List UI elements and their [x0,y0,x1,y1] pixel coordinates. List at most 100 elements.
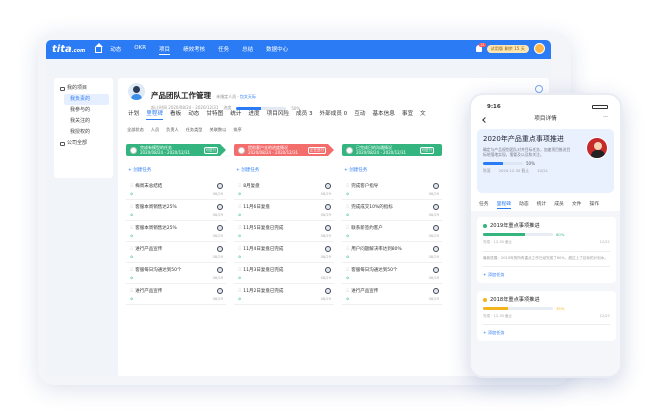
drag-handle-icon[interactable]: ⠿ [238,226,241,231]
task-card[interactable]: ⠿ 11月6日复盘 ⊘ 08/29 [234,200,334,221]
drag-handle-icon[interactable]: ⠿ [238,205,241,210]
mobile-tab-3[interactable]: 统计 [537,200,547,209]
nav-item-okr[interactable]: OKR [134,45,146,55]
filter-1[interactable]: 人员 [151,127,159,133]
drag-handle-icon[interactable]: ⠿ [238,247,241,252]
task-card[interactable]: ⠿ 客服每日沟通达到50个 ⊘ 08/29 [342,263,442,284]
tab-9[interactable]: 外部成员 0 [320,109,348,120]
task-card[interactable]: ⠿ 客服本周销售达25% ⊘ 08/29 [126,221,226,242]
mobile-tab-4[interactable]: 成员 [554,200,564,209]
milestone-header[interactable]: 完成有模型的任务 2020/08/24 - 2020/12/31 可进行 [126,144,226,156]
milestone-header[interactable]: 已完成日的沟通情况 2020/08/24 - 2020/12/31 可进行 [342,144,442,156]
trial-badge[interactable]: 试用版 剩余 15 天 [486,44,529,53]
milestone-group-card[interactable]: 2018年重点事项推进 35% 完成 · 12.30 截止 12/21 + 添加任务 [477,291,616,341]
tab-0[interactable]: 计划 [128,109,139,120]
app-logo[interactable]: tita.com [52,44,85,55]
filter-3[interactable]: 任务类型 [186,127,203,133]
task-card[interactable]: ⠿ 11月3日复盘已完成 ⊘ 08/29 [234,263,334,284]
mobile-tab-5[interactable]: 文件 [572,200,582,209]
filter-2[interactable]: 负责人 [166,127,179,133]
filter-5[interactable]: 排序 [233,127,241,133]
task-card[interactable]: ⠿ 11月5日复盘已完成 ⊘ 08/29 [234,221,334,242]
mobile-tab-0[interactable]: 任务 [479,200,489,209]
task-card[interactable]: ⠿ 11月4日复盘已完成 ⊘ 08/29 [234,242,334,263]
drag-handle-icon[interactable]: ⠿ [346,226,349,231]
briefcase-icon [60,86,65,91]
add-task-button[interactable]: + 创建任务 [128,167,226,173]
drag-handle-icon[interactable]: ⠿ [346,289,349,294]
task-card[interactable]: ⠿ 客服每日沟通达到50个 ⊘ 08/29 [126,263,226,284]
sidebar-item-authorized[interactable]: 我授权的 [54,127,113,138]
milestone-header[interactable]: 提前客户支的进度情况 2020/08/24 - 2020/12/31 正在进行 [234,144,334,156]
drag-handle-icon[interactable]: ⠿ [130,268,133,273]
milestone-group-card[interactable]: 2019年重点事项推进 60% 完成 · 12.30 截止 12/21 最新进展：201… [477,217,616,283]
filter-0[interactable]: 全部状态 [127,127,144,133]
sidebar-item-participated[interactable]: 我参与的 [54,105,113,116]
project-leader[interactable]: 包文天际 [240,94,256,99]
mobile-tab-6[interactable]: 操作 [589,200,599,209]
drag-handle-icon[interactable]: ⠿ [130,184,133,189]
drag-handle-icon[interactable]: ⠿ [130,289,133,294]
tab-12[interactable]: 事宜 [402,109,413,120]
task-card-top: ⠿ 11月3日复盘已完成 [238,267,331,273]
tab-1[interactable]: 里程碑 [146,109,163,120]
drag-handle-icon[interactable]: ⠿ [238,184,241,189]
task-card-meta: ⊘ 08/29 [130,234,223,238]
mobile-tab-2[interactable]: 动态 [519,200,529,209]
nav-item-data-center[interactable]: 数据中心 [266,45,288,55]
tab-7[interactable]: 项目风险 [267,109,289,120]
tab-5[interactable]: 统计 [230,109,241,120]
status-time: 9:16 [487,104,501,110]
sidebar-item-my-projects[interactable]: 我的项目 [54,83,113,94]
task-card[interactable]: ⠿ 8月复盘 ⊘ 08/29 [234,179,334,200]
sidebar-item-owned[interactable]: 我负责的 [64,94,109,105]
task-card[interactable]: ⠿ 客服本周销售达25% ⊘ 08/29 [126,200,226,221]
task-card[interactable]: ⠿ 联系新签约客户 ⊘ 08/29 [342,221,442,242]
task-card[interactable]: ⠿ 完成客户指导 ⊘ 08/29 [342,179,442,200]
task-title: ⠿ 联系新签约客户 [346,225,383,231]
tab-4[interactable]: 甘特图 [206,109,223,120]
task-card[interactable]: ⠿ 进行产品宣传 ⊘ 08/29 [126,284,226,305]
user-avatar[interactable] [534,43,545,54]
tab-11[interactable]: 基本信息 [372,109,394,120]
task-card[interactable]: ⠿ 完成成交10%的指标 ⊘ 08/29 [342,200,442,221]
drag-handle-icon[interactable]: ⠿ [130,247,133,252]
drag-handle-icon[interactable]: ⠿ [238,268,241,273]
task-card[interactable]: ⠿ 用户问题解决率达到80% ⊘ 08/29 [342,242,442,263]
tab-8[interactable]: 成员 3 [296,109,313,120]
settings-icon[interactable] [535,85,543,93]
filter-4[interactable]: 关联数以 [210,127,227,133]
drag-handle-icon[interactable]: ⠿ [346,184,349,189]
tab-6[interactable]: 进度 [248,109,259,120]
add-task-button[interactable]: + 添加任务 [483,324,610,336]
drag-handle-icon[interactable]: ⠿ [130,226,133,231]
home-icon[interactable] [95,42,104,53]
subtask-icon: ⊘ [238,255,242,259]
drag-handle-icon[interactable]: ⠿ [238,289,241,294]
nav-item-task[interactable]: 任务 [218,45,229,55]
bell-icon[interactable]: 12 [475,43,486,52]
drag-handle-icon[interactable]: ⠿ [346,205,349,210]
tab-13[interactable]: 文 [420,109,426,120]
task-card[interactable]: ⠿ 11月2日复盘已完成 ⊘ 08/29 [234,284,334,305]
add-task-button[interactable]: + 创建任务 [344,167,442,173]
task-card[interactable]: ⠿ 进行产品宣传 ⊘ 08/29 [126,242,226,263]
add-task-button[interactable]: + 添加任务 [483,266,610,278]
tab-10[interactable]: 互动 [354,109,365,120]
tab-3[interactable]: 动态 [188,109,199,120]
task-card[interactable]: ⠿ 进行产品宣传 ⊘ 08/29 [342,284,442,305]
drag-handle-icon[interactable]: ⠿ [346,247,349,252]
sidebar-item-company-all[interactable]: 公司全部 [54,138,113,149]
mobile-tab-1[interactable]: 里程碑 [496,200,512,209]
sidebar-item-followed[interactable]: 我关注的 [54,116,113,127]
nav-item-summary[interactable]: 总结 [242,45,253,55]
task-card[interactable]: ⠿ 梅周末总结结 ⊘ 08/29 [126,179,226,200]
tab-2[interactable]: 看板 [170,109,181,120]
nav-item-performance[interactable]: 绩效考核 [183,45,205,55]
more-icon[interactable]: ··· [603,114,608,120]
nav-item-project[interactable]: 项目 [159,45,171,55]
drag-handle-icon[interactable]: ⠿ [130,205,133,210]
drag-handle-icon[interactable]: ⠿ [346,268,349,273]
nav-item-feed[interactable]: 动态 [110,45,121,55]
add-task-button[interactable]: + 创建任务 [236,167,334,173]
